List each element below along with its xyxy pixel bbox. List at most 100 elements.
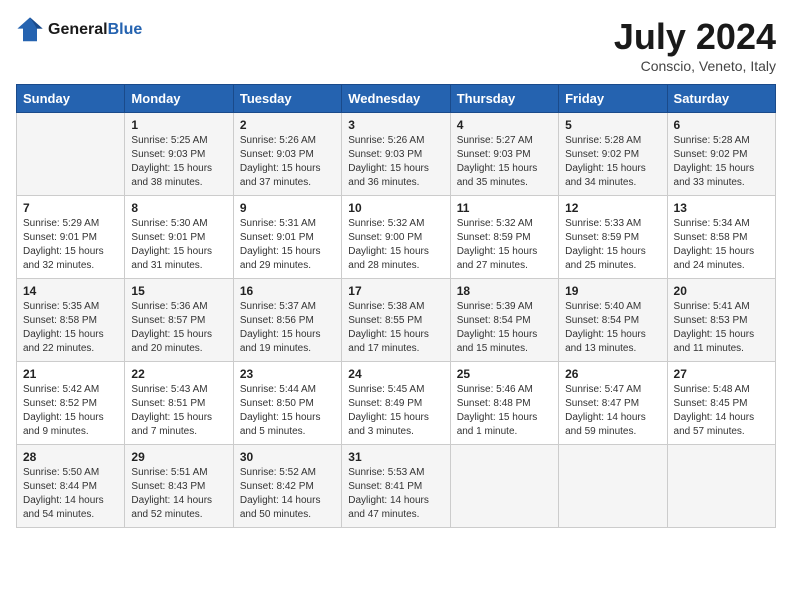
calendar-week-3: 14 Sunrise: 5:35 AM Sunset: 8:58 PM Dayli…: [17, 279, 776, 362]
calendar-cell: 21Sunrise: 5:42 AM Sunset: 8:52 PM Dayli…: [17, 362, 125, 445]
calendar-cell: 27 Sunrise: 5:48 AM Sunset: 8:45 PM Dayli…: [667, 362, 775, 445]
day-number: 30: [240, 450, 335, 464]
day-number: 14: [23, 284, 118, 298]
calendar-cell: 5 Sunrise: 5:28 AM Sunset: 9:02 PM Daylig…: [559, 113, 667, 196]
day-number: 9: [240, 201, 335, 215]
calendar-cell: 20 Sunrise: 5:41 AM Sunset: 8:53 PM Dayli…: [667, 279, 775, 362]
day-number: 10: [348, 201, 443, 215]
calendar-week-1: 1Sunrise: 5:25 AM Sunset: 9:03 PM Daylig…: [17, 113, 776, 196]
day-number: 17: [348, 284, 443, 298]
day-number: 4: [457, 118, 552, 132]
day-number: 27: [674, 367, 769, 381]
calendar-week-2: 7Sunrise: 5:29 AM Sunset: 9:01 PM Daylig…: [17, 196, 776, 279]
main-container: GeneralBlue July 2024 Conscio, Veneto, I…: [0, 0, 792, 536]
day-info: Sunrise: 5:32 AM Sunset: 9:00 PM Dayligh…: [348, 217, 443, 273]
day-info: Sunrise: 5:36 AM Sunset: 8:57 PM Dayligh…: [131, 300, 226, 356]
day-number: 23: [240, 367, 335, 381]
calendar-cell: 13 Sunrise: 5:34 AM Sunset: 8:58 PM Dayli…: [667, 196, 775, 279]
day-info: Sunrise: 5:35 AM Sunset: 8:58 PM Dayligh…: [23, 300, 118, 356]
calendar-cell: 24 Sunrise: 5:45 AM Sunset: 8:49 PM Dayli…: [342, 362, 450, 445]
day-info: Sunrise: 5:26 AM Sunset: 9:03 PM Dayligh…: [240, 134, 335, 190]
calendar-cell: 15 Sunrise: 5:36 AM Sunset: 8:57 PM Dayli…: [125, 279, 233, 362]
calendar-cell: 10 Sunrise: 5:32 AM Sunset: 9:00 PM Dayli…: [342, 196, 450, 279]
day-number: 13: [674, 201, 769, 215]
logo-icon: [16, 16, 44, 44]
location: Conscio, Veneto, Italy: [614, 58, 776, 74]
calendar-cell: 31Sunrise: 5:53 AM Sunset: 8:41 PM Dayli…: [342, 445, 450, 528]
col-monday: Monday: [125, 85, 233, 113]
day-info: Sunrise: 5:51 AM Sunset: 8:43 PM Dayligh…: [131, 466, 226, 522]
calendar-cell: 18Sunrise: 5:39 AM Sunset: 8:54 PM Dayli…: [450, 279, 558, 362]
calendar-week-4: 21Sunrise: 5:42 AM Sunset: 8:52 PM Dayli…: [17, 362, 776, 445]
day-info: Sunrise: 5:32 AM Sunset: 8:59 PM Dayligh…: [457, 217, 552, 273]
calendar-week-5: 28 Sunrise: 5:50 AM Sunset: 8:44 PM Dayli…: [17, 445, 776, 528]
calendar-cell: 8Sunrise: 5:30 AM Sunset: 9:01 PM Daylig…: [125, 196, 233, 279]
day-number: 25: [457, 367, 552, 381]
col-wednesday: Wednesday: [342, 85, 450, 113]
day-number: 16: [240, 284, 335, 298]
day-info: Sunrise: 5:46 AM Sunset: 8:48 PM Dayligh…: [457, 383, 552, 439]
day-number: 1: [131, 118, 226, 132]
day-number: 11: [457, 201, 552, 215]
day-info: Sunrise: 5:42 AM Sunset: 8:52 PM Dayligh…: [23, 383, 118, 439]
calendar-cell: 3 Sunrise: 5:26 AM Sunset: 9:03 PM Daylig…: [342, 113, 450, 196]
day-number: 28: [23, 450, 118, 464]
col-saturday: Saturday: [667, 85, 775, 113]
day-info: Sunrise: 5:39 AM Sunset: 8:54 PM Dayligh…: [457, 300, 552, 356]
logo: GeneralBlue: [16, 16, 142, 44]
day-info: Sunrise: 5:34 AM Sunset: 8:58 PM Dayligh…: [674, 217, 769, 273]
day-number: 3: [348, 118, 443, 132]
day-number: 24: [348, 367, 443, 381]
calendar-cell: 28 Sunrise: 5:50 AM Sunset: 8:44 PM Dayli…: [17, 445, 125, 528]
calendar-cell: [450, 445, 558, 528]
day-info: Sunrise: 5:43 AM Sunset: 8:51 PM Dayligh…: [131, 383, 226, 439]
day-info: Sunrise: 5:40 AM Sunset: 8:54 PM Dayligh…: [565, 300, 660, 356]
day-info: Sunrise: 5:28 AM Sunset: 9:02 PM Dayligh…: [674, 134, 769, 190]
day-number: 29: [131, 450, 226, 464]
day-info: Sunrise: 5:52 AM Sunset: 8:42 PM Dayligh…: [240, 466, 335, 522]
day-info: Sunrise: 5:27 AM Sunset: 9:03 PM Dayligh…: [457, 134, 552, 190]
day-number: 20: [674, 284, 769, 298]
day-number: 5: [565, 118, 660, 132]
day-info: Sunrise: 5:38 AM Sunset: 8:55 PM Dayligh…: [348, 300, 443, 356]
day-info: Sunrise: 5:31 AM Sunset: 9:01 PM Dayligh…: [240, 217, 335, 273]
day-info: Sunrise: 5:47 AM Sunset: 8:47 PM Dayligh…: [565, 383, 660, 439]
calendar-cell: 9 Sunrise: 5:31 AM Sunset: 9:01 PM Daylig…: [233, 196, 341, 279]
calendar-cell: 23 Sunrise: 5:44 AM Sunset: 8:50 PM Dayli…: [233, 362, 341, 445]
day-number: 19: [565, 284, 660, 298]
day-info: Sunrise: 5:26 AM Sunset: 9:03 PM Dayligh…: [348, 134, 443, 190]
day-info: Sunrise: 5:53 AM Sunset: 8:41 PM Dayligh…: [348, 466, 443, 522]
day-number: 8: [131, 201, 226, 215]
day-number: 22: [131, 367, 226, 381]
col-thursday: Thursday: [450, 85, 558, 113]
calendar-cell: 7Sunrise: 5:29 AM Sunset: 9:01 PM Daylig…: [17, 196, 125, 279]
calendar-header-row: Sunday Monday Tuesday Wednesday Thursday…: [17, 85, 776, 113]
day-number: 26: [565, 367, 660, 381]
day-info: Sunrise: 5:48 AM Sunset: 8:45 PM Dayligh…: [674, 383, 769, 439]
day-info: Sunrise: 5:44 AM Sunset: 8:50 PM Dayligh…: [240, 383, 335, 439]
day-info: Sunrise: 5:37 AM Sunset: 8:56 PM Dayligh…: [240, 300, 335, 356]
calendar-cell: 6Sunrise: 5:28 AM Sunset: 9:02 PM Daylig…: [667, 113, 775, 196]
month-title: July 2024: [614, 16, 776, 58]
day-number: 7: [23, 201, 118, 215]
day-info: Sunrise: 5:28 AM Sunset: 9:02 PM Dayligh…: [565, 134, 660, 190]
calendar-cell: 4 Sunrise: 5:27 AM Sunset: 9:03 PM Daylig…: [450, 113, 558, 196]
col-sunday: Sunday: [17, 85, 125, 113]
calendar-cell: 16 Sunrise: 5:37 AM Sunset: 8:56 PM Dayli…: [233, 279, 341, 362]
day-info: Sunrise: 5:45 AM Sunset: 8:49 PM Dayligh…: [348, 383, 443, 439]
calendar-cell: [17, 113, 125, 196]
day-info: Sunrise: 5:50 AM Sunset: 8:44 PM Dayligh…: [23, 466, 118, 522]
calendar-cell: 1Sunrise: 5:25 AM Sunset: 9:03 PM Daylig…: [125, 113, 233, 196]
calendar-cell: 19 Sunrise: 5:40 AM Sunset: 8:54 PM Dayli…: [559, 279, 667, 362]
col-friday: Friday: [559, 85, 667, 113]
day-info: Sunrise: 5:41 AM Sunset: 8:53 PM Dayligh…: [674, 300, 769, 356]
calendar-cell: 26 Sunrise: 5:47 AM Sunset: 8:47 PM Dayli…: [559, 362, 667, 445]
calendar-cell: 25 Sunrise: 5:46 AM Sunset: 8:48 PM Dayli…: [450, 362, 558, 445]
col-tuesday: Tuesday: [233, 85, 341, 113]
day-number: 12: [565, 201, 660, 215]
title-block: July 2024 Conscio, Veneto, Italy: [614, 16, 776, 74]
calendar-table: Sunday Monday Tuesday Wednesday Thursday…: [16, 84, 776, 528]
day-number: 15: [131, 284, 226, 298]
calendar-cell: [559, 445, 667, 528]
day-number: 2: [240, 118, 335, 132]
